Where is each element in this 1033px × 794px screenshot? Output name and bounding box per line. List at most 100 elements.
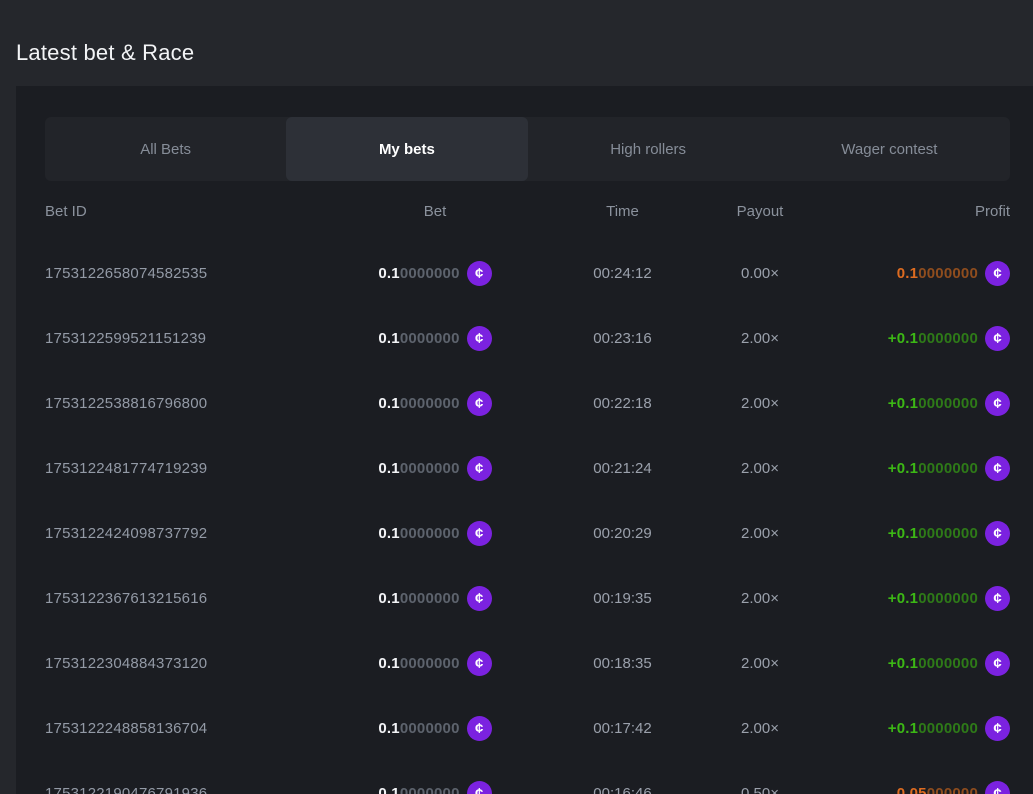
bet-profit: 0.10000000 ¢ bbox=[897, 261, 1010, 286]
bet-profit: +0.10000000 ¢ bbox=[888, 716, 1010, 741]
bet-amount-zeros: 0000000 bbox=[400, 785, 460, 794]
header-time: Time bbox=[545, 203, 700, 220]
profit-amount-main: +0.1 bbox=[888, 720, 918, 737]
table-row[interactable]: 1753122367613215616 0.10000000 ¢ 00:19:3… bbox=[45, 566, 1010, 631]
bet-payout: 2.00× bbox=[741, 590, 779, 607]
bet-amount: 0.10000000 ¢ bbox=[378, 456, 491, 481]
table-row[interactable]: 1753122190476791936 0.10000000 ¢ 00:16:4… bbox=[45, 761, 1010, 794]
bet-payout: 0.50× bbox=[741, 785, 779, 794]
coin-icon: ¢ bbox=[985, 781, 1010, 794]
coin-icon: ¢ bbox=[985, 261, 1010, 286]
bet-id-value: 1753122599521151239 bbox=[45, 330, 206, 347]
profit-amount-zeros: 0000000 bbox=[918, 720, 978, 737]
profit-amount-main: 0.05 bbox=[897, 785, 927, 794]
profit-amount-zeros: 0000000 bbox=[918, 590, 978, 607]
bet-amount-zeros: 0000000 bbox=[400, 395, 460, 412]
bet-profit: +0.10000000 ¢ bbox=[888, 651, 1010, 676]
coin-icon: ¢ bbox=[467, 456, 492, 481]
bet-amount-main: 0.1 bbox=[378, 460, 399, 477]
bet-payout: 2.00× bbox=[741, 395, 779, 412]
coin-icon: ¢ bbox=[467, 521, 492, 546]
header-profit: Profit bbox=[820, 203, 1010, 220]
bet-time: 00:18:35 bbox=[593, 655, 651, 672]
tab-wager-contest[interactable]: Wager contest bbox=[769, 117, 1010, 181]
bet-time: 00:21:24 bbox=[593, 460, 651, 477]
bet-amount-main: 0.1 bbox=[378, 395, 399, 412]
coin-icon: ¢ bbox=[467, 716, 492, 741]
bet-amount-zeros: 0000000 bbox=[400, 460, 460, 477]
table-row[interactable]: 1753122658074582535 0.10000000 ¢ 00:24:1… bbox=[45, 241, 1010, 306]
bet-id-value: 1753122481774719239 bbox=[45, 460, 207, 477]
coin-icon: ¢ bbox=[985, 716, 1010, 741]
header-bet-id: Bet ID bbox=[45, 203, 325, 220]
bet-time: 00:24:12 bbox=[593, 265, 651, 282]
bet-id-value: 1753122367613215616 bbox=[45, 590, 207, 607]
bet-time: 00:16:46 bbox=[593, 785, 651, 794]
profit-amount-zeros: 0000000 bbox=[918, 460, 978, 477]
profit-amount-zeros: 000000 bbox=[927, 785, 978, 794]
bet-id-value: 1753122538816796800 bbox=[45, 395, 207, 412]
bet-payout: 2.00× bbox=[741, 655, 779, 672]
profit-amount-main: +0.1 bbox=[888, 525, 918, 542]
page-title: Latest bet & Race bbox=[16, 40, 1017, 66]
bet-amount: 0.10000000 ¢ bbox=[378, 391, 491, 416]
table-row[interactable]: 1753122538816796800 0.10000000 ¢ 00:22:1… bbox=[45, 371, 1010, 436]
bet-profit: +0.10000000 ¢ bbox=[888, 586, 1010, 611]
bet-profit: +0.10000000 ¢ bbox=[888, 521, 1010, 546]
table-row[interactable]: 1753122481774719239 0.10000000 ¢ 00:21:2… bbox=[45, 436, 1010, 501]
bet-time: 00:20:29 bbox=[593, 525, 651, 542]
tab-all-bets[interactable]: All Bets bbox=[45, 117, 286, 181]
bet-amount: 0.10000000 ¢ bbox=[378, 781, 491, 794]
bet-id-value: 1753122658074582535 bbox=[45, 265, 207, 282]
bet-id-value: 1753122304884373120 bbox=[45, 655, 207, 672]
bet-amount-zeros: 0000000 bbox=[400, 655, 460, 672]
bet-payout: 2.00× bbox=[741, 720, 779, 737]
bet-amount-main: 0.1 bbox=[378, 590, 399, 607]
table-row[interactable]: 1753122248858136704 0.10000000 ¢ 00:17:4… bbox=[45, 696, 1010, 761]
bet-amount-main: 0.1 bbox=[378, 785, 399, 794]
bet-time: 00:17:42 bbox=[593, 720, 651, 737]
bet-amount: 0.10000000 ¢ bbox=[378, 261, 491, 286]
tab-high-rollers[interactable]: High rollers bbox=[528, 117, 769, 181]
coin-icon: ¢ bbox=[985, 586, 1010, 611]
coin-icon: ¢ bbox=[985, 651, 1010, 676]
coin-icon: ¢ bbox=[985, 326, 1010, 351]
profit-amount-zeros: 0000000 bbox=[918, 525, 978, 542]
table-row[interactable]: 1753122424098737792 0.10000000 ¢ 00:20:2… bbox=[45, 501, 1010, 566]
table-row[interactable]: 1753122304884373120 0.10000000 ¢ 00:18:3… bbox=[45, 631, 1010, 696]
bet-amount-main: 0.1 bbox=[378, 265, 399, 282]
tab-my-bets[interactable]: My bets bbox=[286, 117, 527, 181]
profit-amount-main: +0.1 bbox=[888, 590, 918, 607]
profit-amount-main: 0.1 bbox=[897, 265, 918, 282]
bet-amount: 0.10000000 ¢ bbox=[378, 521, 491, 546]
coin-icon: ¢ bbox=[467, 261, 492, 286]
bet-time: 00:23:16 bbox=[593, 330, 651, 347]
bet-amount: 0.10000000 ¢ bbox=[378, 716, 491, 741]
bet-amount-zeros: 0000000 bbox=[400, 330, 460, 347]
table-header-row: Bet ID Bet Time Payout Profit bbox=[45, 181, 1010, 241]
profit-amount-main: +0.1 bbox=[888, 330, 918, 347]
bet-profit: +0.10000000 ¢ bbox=[888, 456, 1010, 481]
coin-icon: ¢ bbox=[467, 651, 492, 676]
bet-profit: +0.10000000 ¢ bbox=[888, 391, 1010, 416]
bet-amount-main: 0.1 bbox=[378, 330, 399, 347]
bet-id-value: 1753122424098737792 bbox=[45, 525, 207, 542]
table-row[interactable]: 1753122599521151239 0.10000000 ¢ 00:23:1… bbox=[45, 306, 1010, 371]
coin-icon: ¢ bbox=[985, 391, 1010, 416]
coin-icon: ¢ bbox=[467, 391, 492, 416]
bet-profit: 0.05000000 ¢ bbox=[897, 781, 1010, 794]
coin-icon: ¢ bbox=[985, 456, 1010, 481]
bet-time: 00:22:18 bbox=[593, 395, 651, 412]
bet-amount-zeros: 0000000 bbox=[400, 590, 460, 607]
header-payout: Payout bbox=[700, 203, 820, 220]
bet-amount-zeros: 0000000 bbox=[400, 265, 460, 282]
profit-amount-zeros: 0000000 bbox=[918, 265, 978, 282]
bet-amount-main: 0.1 bbox=[378, 720, 399, 737]
bet-payout: 2.00× bbox=[741, 330, 779, 347]
bets-tab-bar: All Bets My bets High rollers Wager cont… bbox=[45, 117, 1010, 181]
bet-amount: 0.10000000 ¢ bbox=[378, 586, 491, 611]
bet-id-value: 1753122190476791936 bbox=[45, 785, 207, 794]
coin-icon: ¢ bbox=[467, 586, 492, 611]
bet-amount: 0.10000000 ¢ bbox=[378, 651, 491, 676]
bet-time: 00:19:35 bbox=[593, 590, 651, 607]
